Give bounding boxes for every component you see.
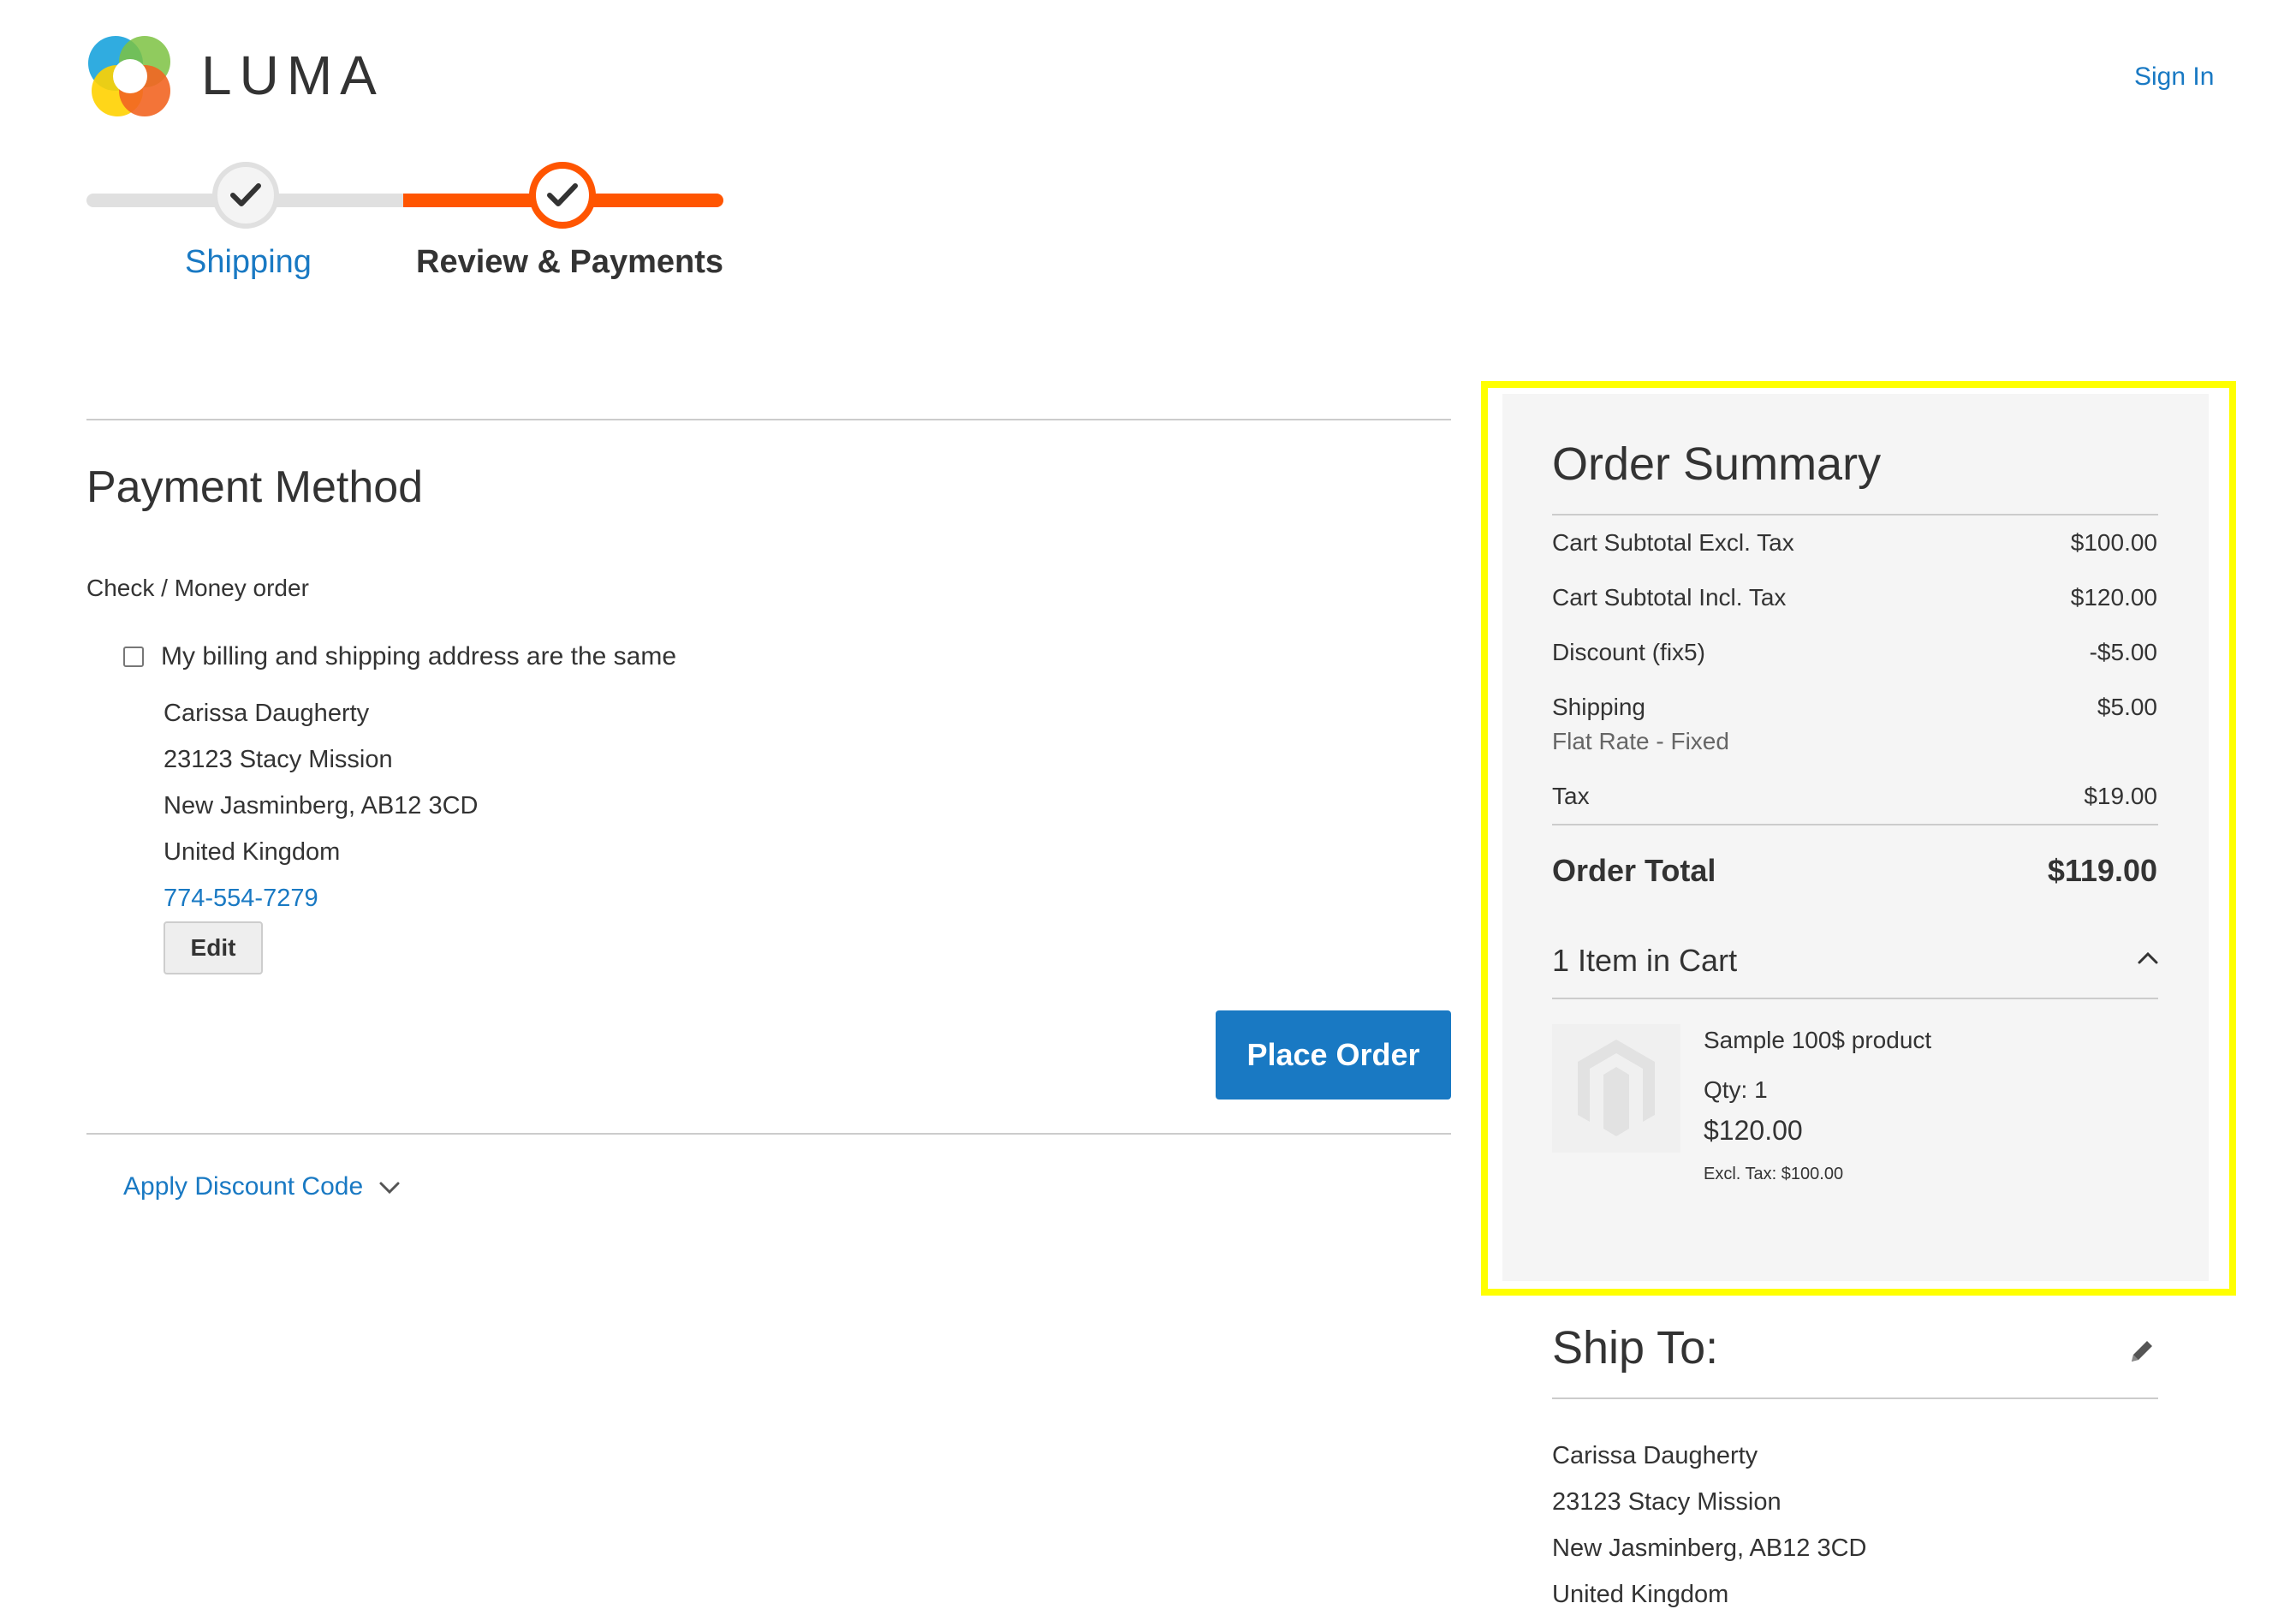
ship-city: New Jasminberg, AB12 3CD bbox=[1552, 1535, 1867, 1562]
ship-name: Carissa Daugherty bbox=[1552, 1442, 1758, 1469]
divider bbox=[1552, 1397, 2158, 1399]
tax-label: Tax bbox=[1552, 783, 1590, 809]
payment-method-title: Payment Method bbox=[86, 462, 424, 512]
luma-logo-icon[interactable] bbox=[86, 33, 174, 120]
product-qty: Qty: 1 bbox=[1704, 1076, 1768, 1103]
discount-label: Discount (fix5) bbox=[1552, 639, 1705, 665]
divider bbox=[1552, 824, 2158, 825]
tax-value: $19.00 bbox=[2084, 783, 2157, 809]
order-summary-title: Order Summary bbox=[1552, 438, 1882, 490]
chevron-down-icon[interactable] bbox=[377, 1175, 402, 1201]
product-excl-tax: Excl. Tax: $100.00 bbox=[1704, 1165, 1844, 1183]
payment-method-option[interactable]: Check / Money order bbox=[86, 574, 309, 603]
billing-name: Carissa Daugherty bbox=[164, 700, 370, 727]
subtotal-incl-value: $120.00 bbox=[2070, 584, 2157, 611]
step-shipping-link[interactable]: Shipping bbox=[185, 243, 312, 281]
chevron-up-icon[interactable] bbox=[2135, 945, 2161, 971]
step-review-check-icon bbox=[529, 162, 596, 229]
order-total-label: Order Total bbox=[1552, 853, 1716, 888]
divider bbox=[1552, 998, 2158, 999]
divider bbox=[86, 1133, 1451, 1135]
billing-phone-link[interactable]: 774-554-7279 bbox=[164, 883, 318, 914]
edit-address-button[interactable]: Edit bbox=[164, 921, 263, 974]
ship-country: United Kingdom bbox=[1552, 1581, 1729, 1608]
edit-pencil-icon[interactable] bbox=[2126, 1336, 2157, 1367]
billing-country: United Kingdom bbox=[164, 838, 341, 866]
billing-street: 23123 Stacy Mission bbox=[164, 746, 393, 773]
sign-in-link[interactable]: Sign In bbox=[2134, 62, 2214, 92]
order-total-value: $119.00 bbox=[2047, 853, 2157, 888]
divider bbox=[86, 419, 1451, 420]
ship-to-title: Ship To: bbox=[1552, 1322, 1719, 1374]
step-review-label: Review & Payments bbox=[416, 244, 724, 280]
subtotal-excl-value: $100.00 bbox=[2070, 529, 2157, 556]
product-price: $120.00 bbox=[1704, 1115, 1803, 1146]
shipping-value: $5.00 bbox=[2097, 694, 2157, 720]
product-name: Sample 100$ product bbox=[1704, 1027, 1932, 1053]
divider bbox=[1552, 514, 2158, 515]
logo-text: LUMA bbox=[201, 45, 384, 106]
product-thumbnail[interactable] bbox=[1552, 1024, 1680, 1153]
subtotal-excl-label: Cart Subtotal Excl. Tax bbox=[1552, 529, 1794, 556]
place-order-button[interactable]: Place Order bbox=[1216, 1010, 1451, 1100]
same-address-label[interactable]: My billing and shipping address are the … bbox=[161, 641, 676, 672]
shipping-label: Shipping bbox=[1552, 694, 1645, 720]
magento-placeholder-icon bbox=[1578, 1040, 1655, 1136]
ship-street: 23123 Stacy Mission bbox=[1552, 1488, 1781, 1516]
same-address-checkbox[interactable] bbox=[123, 647, 144, 667]
step-shipping-check-icon bbox=[212, 162, 279, 229]
apply-discount-link[interactable]: Apply Discount Code bbox=[123, 1171, 363, 1202]
discount-value: -$5.00 bbox=[2089, 639, 2157, 665]
billing-city: New Jasminberg, AB12 3CD bbox=[164, 792, 479, 819]
shipping-method: Flat Rate - Fixed bbox=[1552, 728, 1729, 754]
items-in-cart-toggle[interactable]: 1 Item in Cart bbox=[1552, 943, 1737, 979]
subtotal-incl-label: Cart Subtotal Incl. Tax bbox=[1552, 584, 1787, 611]
